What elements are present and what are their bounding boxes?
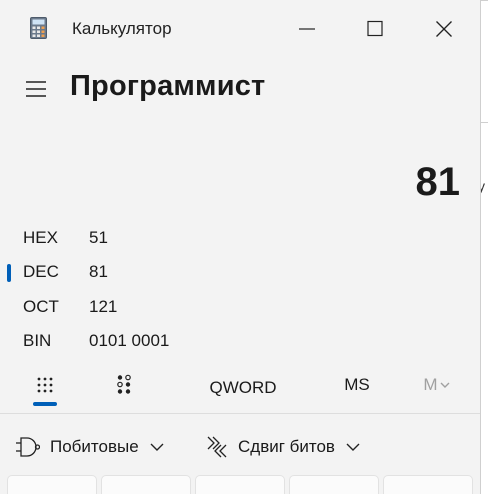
background-window-text: у	[481, 178, 485, 194]
bit-shift-dropdown[interactable]: Сдвиг битов	[206, 428, 361, 466]
active-tab-indicator	[33, 402, 57, 406]
radix-value: 81	[89, 262, 108, 281]
radix-row-hex[interactable]: HEX 51	[0, 222, 480, 252]
bit-shift-icon	[207, 436, 227, 458]
keypad-key[interactable]	[195, 475, 285, 494]
keypad-mode-toolbar: QWORD MS M	[0, 362, 480, 414]
mode-title: Программист	[70, 70, 266, 102]
hamburger-icon	[26, 81, 46, 97]
background-window-edge	[481, 122, 488, 123]
radix-label: DEC	[23, 262, 59, 281]
keypad	[0, 475, 480, 494]
calculator-icon	[30, 17, 47, 39]
minimize-button[interactable]	[284, 12, 330, 46]
app-title: Калькулятор	[72, 19, 172, 38]
bitwise-dropdown[interactable]: Побитовые	[16, 428, 165, 466]
keypad-grid-icon	[37, 377, 53, 393]
word-size-button[interactable]: QWORD	[198, 362, 288, 408]
memory-store-button[interactable]: MS	[330, 362, 384, 408]
memory-list-label: M	[423, 375, 438, 394]
bitwise-label: Побитовые	[50, 437, 139, 456]
navigation-menu-button[interactable]	[22, 76, 50, 102]
radix-label: BIN	[23, 331, 52, 350]
minimize-icon	[299, 28, 315, 30]
close-icon	[436, 21, 452, 37]
radix-value: 0101 0001	[89, 331, 170, 350]
memory-list-button[interactable]: M	[412, 362, 462, 408]
bitwise-bar: Побитовые Сдвиг битов	[0, 428, 480, 466]
radix-row-dec[interactable]: DEC 81	[0, 256, 480, 286]
bit-shift-label: Сдвиг битов	[238, 437, 335, 456]
close-button[interactable]	[421, 12, 467, 46]
chevron-down-icon	[440, 382, 450, 388]
radix-value: 51	[89, 228, 108, 247]
radix-value: 121	[89, 297, 118, 316]
keypad-key[interactable]	[383, 475, 473, 494]
maximize-icon	[367, 20, 383, 37]
result-display: 81	[415, 160, 461, 204]
radix-row-bin[interactable]: BIN 0101 0001	[0, 325, 480, 355]
memory-store-label: MS	[344, 375, 370, 394]
radix-label: HEX	[23, 228, 58, 247]
divider	[0, 413, 480, 414]
chevron-down-icon	[150, 443, 164, 451]
logic-gate-icon	[16, 437, 40, 457]
keypad-key[interactable]	[289, 475, 379, 494]
title-bar: Калькулятор	[0, 0, 480, 58]
chevron-down-icon	[346, 443, 360, 451]
word-size-label: QWORD	[209, 378, 277, 397]
radix-row-oct[interactable]: OCT 121	[0, 291, 480, 321]
bit-toggle-keypad-button[interactable]	[101, 362, 147, 408]
background-window-edge	[481, 0, 488, 1]
bit-toggle-keypad-icon	[117, 374, 131, 394]
keypad-key[interactable]	[101, 475, 191, 494]
radix-label: OCT	[23, 297, 59, 316]
selected-indicator	[7, 264, 11, 282]
keypad-key[interactable]	[7, 475, 97, 494]
calculator-window: Калькулятор Программист 81 HEX 51 DEC 81…	[0, 0, 481, 494]
maximize-button[interactable]	[352, 12, 398, 46]
